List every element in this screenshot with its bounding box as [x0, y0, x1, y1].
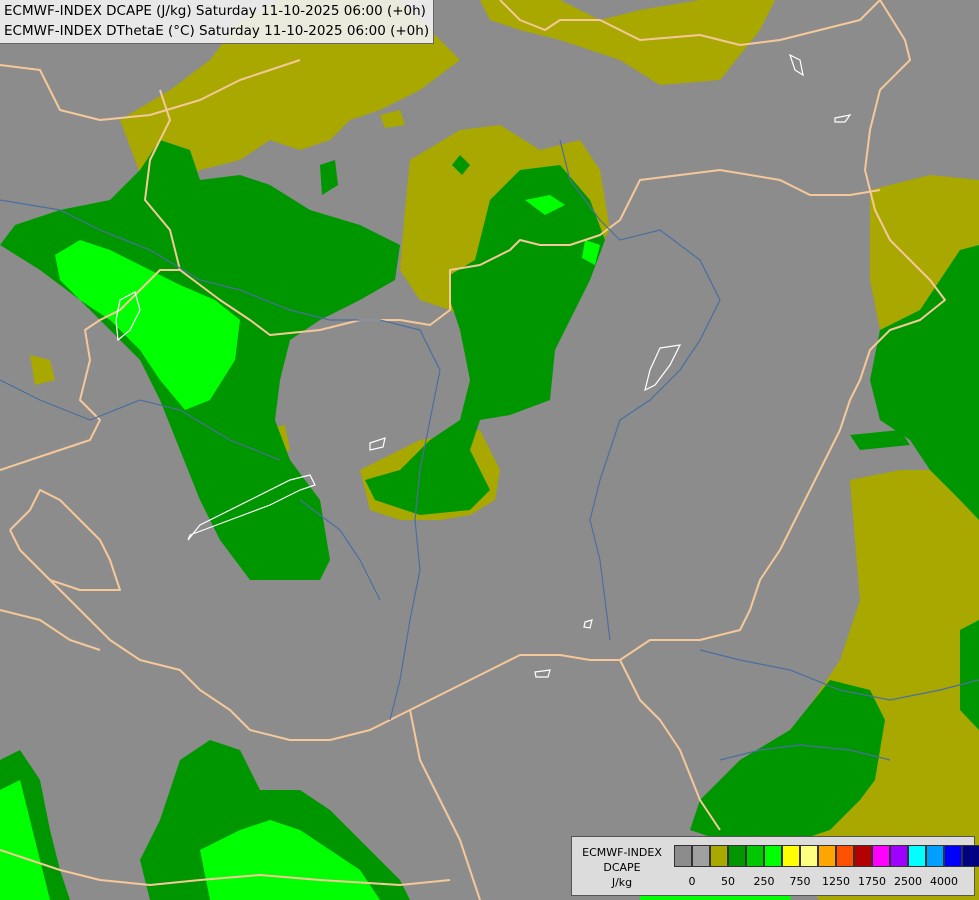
color-legend: ECMWF-INDEX DCAPE J/kg 0 50 250 750 1250 1750…	[571, 836, 979, 896]
legend-swatch	[782, 845, 800, 867]
legend-swatch	[926, 845, 944, 867]
legend-swatch	[818, 845, 836, 867]
legend-swatch	[710, 845, 728, 867]
title-dthetae: ECMWF-INDEX DThetaE (°C) Saturday 11-10-…	[4, 23, 430, 39]
legend-tick-label: 50	[721, 875, 735, 888]
legend-tick-label: 2500	[894, 875, 922, 888]
legend-tick-label: 0	[688, 875, 696, 888]
legend-swatch	[728, 845, 746, 867]
weather-map	[0, 0, 979, 900]
title-dcape: ECMWF-INDEX DCAPE (J/kg) Saturday 11-10-…	[4, 3, 426, 19]
legend-swatch	[944, 845, 962, 867]
legend-swatch	[692, 845, 710, 867]
legend-swatch	[890, 845, 908, 867]
legend-tick-label: 1250	[822, 875, 850, 888]
legend-swatch	[800, 845, 818, 867]
legend-swatch	[908, 845, 926, 867]
legend-swatch	[746, 845, 764, 867]
legend-ticks: 0 50 250 750 1250 1750 2500 4000	[674, 875, 974, 889]
legend-name: ECMWF-INDEX	[582, 846, 662, 859]
legend-unit: J/kg	[611, 876, 633, 889]
legend-tick-label: 4000	[930, 875, 958, 888]
dcape-green-areas	[0, 140, 979, 900]
legend-tick-label: 250	[753, 875, 775, 888]
legend-variable: DCAPE	[603, 861, 641, 874]
legend-swatch	[674, 845, 692, 867]
legend-swatch	[962, 845, 979, 867]
legend-swatch	[836, 845, 854, 867]
legend-swatch	[764, 845, 782, 867]
legend-tick-label: 1750	[858, 875, 886, 888]
legend-swatches	[674, 845, 979, 867]
map-title-box: ECMWF-INDEX DCAPE (J/kg) Saturday 11-10-…	[0, 0, 435, 44]
legend-swatch	[854, 845, 872, 867]
legend-tick-label: 750	[789, 875, 811, 888]
legend-swatch	[872, 845, 890, 867]
